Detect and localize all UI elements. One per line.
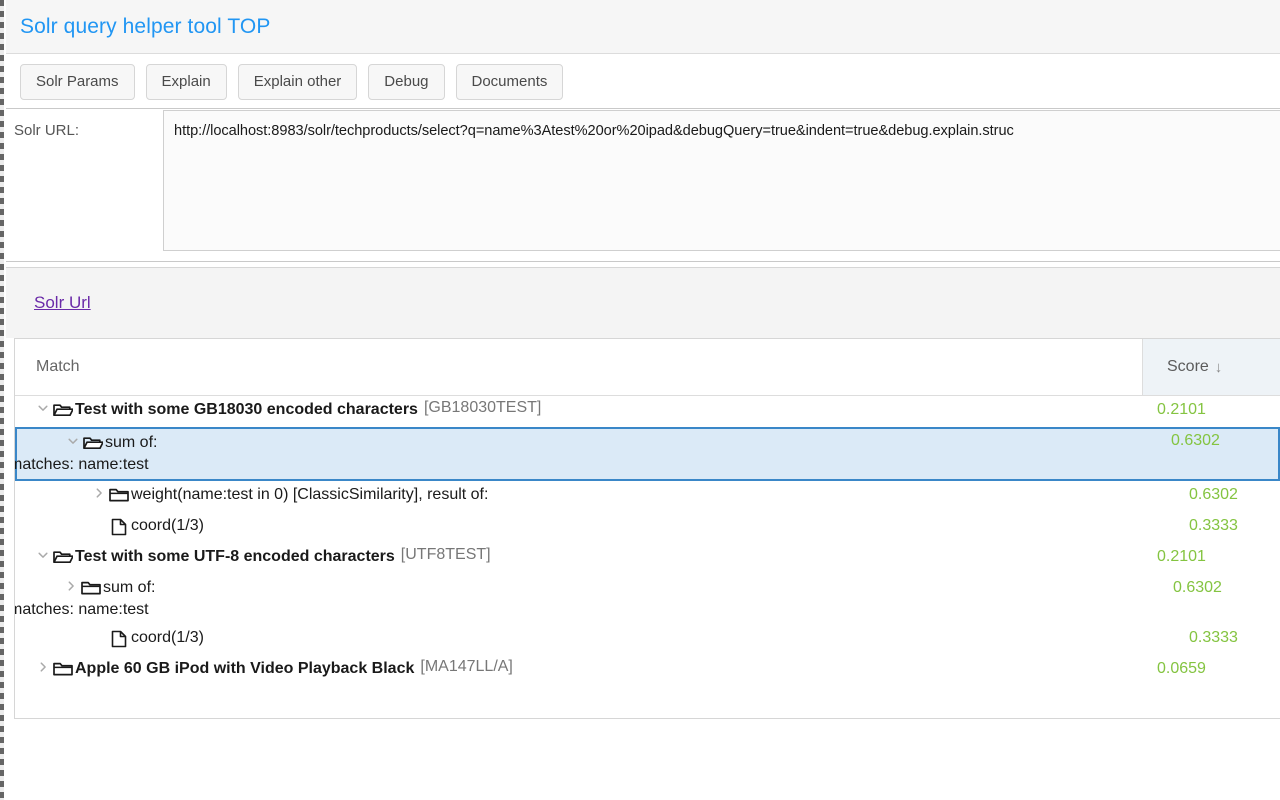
match-label: coord(1/3) [131,629,204,646]
solr-url-input[interactable]: http://localhost:8983/solr/techproducts/… [163,110,1280,251]
tab-bar: Solr Params Explain Explain other Debug Docu… [6,55,1280,109]
match-cell: weight(name:test in 0) [ClassicSimilarit… [15,481,1143,512]
sort-descending-icon: ↓ [1214,358,1223,376]
chevron-down-icon[interactable] [34,399,51,421]
solr-url-link[interactable]: Solr Url [34,293,91,313]
solr-url-value: http://localhost:8983/solr/techproducts/… [174,123,1014,139]
match-doc-id: [GB18030TEST] [423,399,542,416]
tab-debug[interactable]: Debug [368,63,445,100]
match-detail-line: matches: name:test [14,456,149,473]
window-left-edge-gap [4,0,6,800]
solr-url-link-panel: Solr Url [6,267,1280,338]
table-row[interactable]: weight(name:test in 0) [ClassicSimilarit… [15,481,1280,512]
match-cell: coord(1/3) [15,624,1143,655]
tab-solr-params[interactable]: Solr Params [20,63,135,100]
match-detail-line: matches: name:test [14,601,149,618]
score-cell: 0.0659 [1157,660,1206,677]
match-cell: Test with some GB18030 encoded character… [15,396,1143,427]
match-label: Test with some UTF-8 encoded characters [75,548,395,565]
match-doc-id: [UTF8TEST] [400,546,491,563]
folder-open-icon [51,399,75,418]
match-label: weight(name:test in 0) [ClassicSimilarit… [131,486,489,503]
tab-explain[interactable]: Explain [145,63,227,100]
chevron-right-icon[interactable] [90,484,107,506]
match-cell: coord(1/3) [15,512,1143,543]
table-row[interactable]: Test with some UTF-8 encoded characters [… [15,543,1280,574]
score-cell: 0.2101 [1157,401,1206,418]
tab-explain-other[interactable]: Explain other [237,63,358,100]
table-header-row: Match Score ↓ [15,339,1280,396]
table-body: Test with some GB18030 encoded character… [15,396,1280,686]
chevron-right-icon[interactable] [62,577,79,599]
folder-open-icon [51,546,75,565]
score-cell: 0.6302 [1189,486,1238,503]
match-label: coord(1/3) [131,517,204,534]
file-icon [107,515,131,536]
folder-closed-icon [51,658,75,677]
folder-closed-icon [79,577,103,596]
score-cell: 0.3333 [1189,517,1238,534]
table-row[interactable]: sum of: matches: name:test 0.6302 [15,574,1280,624]
match-label: sum of: [105,434,158,451]
score-cell: 0.6302 [1171,432,1220,449]
table-row[interactable]: Apple 60 GB iPod with Video Playback Bla… [15,655,1280,686]
app-header: Solr query helper tool TOP [6,0,1280,54]
match-label: sum of: [103,579,156,596]
solr-url-row: Solr URL: http://localhost:8983/solr/tec… [6,110,1280,262]
column-header-score-label: Score [1167,358,1209,375]
chevron-right-icon[interactable] [34,658,51,680]
app-root: Solr query helper tool TOP Solr Params Ex… [0,0,1280,800]
solr-url-label: Solr URL: [14,122,80,139]
score-cell: 0.3333 [1189,629,1238,646]
column-header-match[interactable]: Match [15,339,1143,395]
column-header-match-label: Match [36,358,80,375]
match-cell: sum of: matches: name:test [14,429,1141,479]
column-header-score[interactable]: Score ↓ [1143,339,1280,395]
table-row[interactable]: Test with some GB18030 encoded character… [15,396,1280,427]
match-cell: sum of: matches: name:test [15,574,1143,624]
match-cell: Apple 60 GB iPod with Video Playback Bla… [15,655,1143,686]
match-label: Test with some GB18030 encoded character… [75,401,418,418]
explain-results-table: Match Score ↓ Test with some GB18030 enc… [14,338,1280,719]
match-doc-id: [MA147LL/A] [420,658,513,675]
file-icon [107,627,131,648]
tab-documents[interactable]: Documents [455,63,564,100]
folder-open-icon [81,432,105,451]
table-row[interactable]: sum of: matches: name:test 0.6302 [15,427,1280,481]
score-cell: 0.6302 [1173,579,1222,596]
match-label: Apple 60 GB iPod with Video Playback Bla… [75,660,415,677]
folder-closed-icon [107,484,131,503]
table-row[interactable]: coord(1/3) 0.3333 [15,512,1280,543]
chevron-down-icon[interactable] [64,432,81,454]
score-cell: 0.2101 [1157,548,1206,565]
chevron-down-icon[interactable] [34,546,51,568]
page-title: Solr query helper tool TOP [20,14,271,38]
match-cell: Test with some UTF-8 encoded characters [… [15,543,1143,574]
table-row[interactable]: coord(1/3) 0.3333 [15,624,1280,655]
